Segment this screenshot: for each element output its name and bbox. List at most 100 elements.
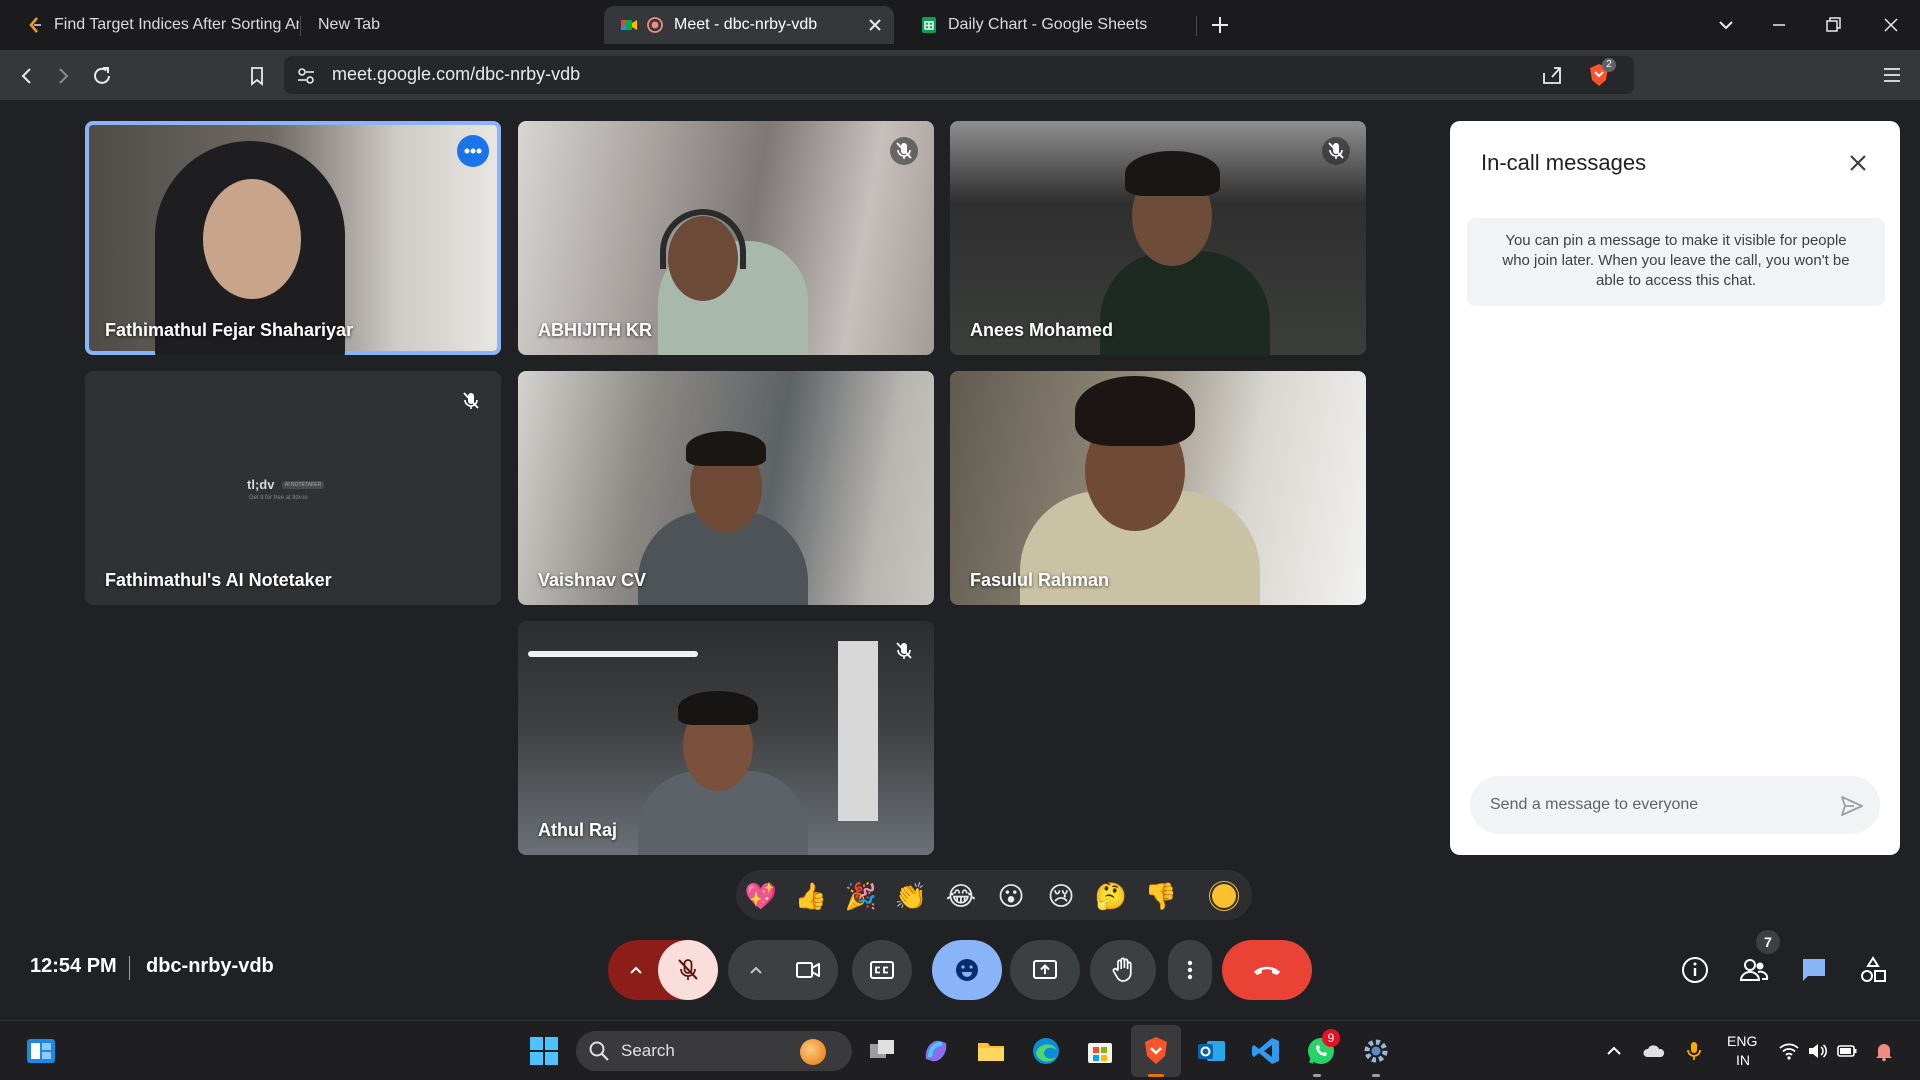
meeting-code: dbc-nrby-vdb xyxy=(146,955,274,977)
participant-tile[interactable]: Fasulul Rahman xyxy=(950,371,1366,605)
divider xyxy=(129,956,130,980)
in-call-messages-panel: In-call messages You can pin a message t… xyxy=(1450,121,1900,855)
more-options-button[interactable] xyxy=(1168,940,1212,1000)
headset xyxy=(660,209,746,269)
recording-indicator-icon xyxy=(647,17,663,33)
send-icon[interactable] xyxy=(1838,792,1866,820)
raise-hand-icon xyxy=(1112,957,1132,982)
new-tab-plus-icon[interactable] xyxy=(1208,13,1232,37)
people-icon[interactable] xyxy=(1738,954,1770,986)
tab-new-tab[interactable]: New Tab xyxy=(302,6,592,44)
activities-shapes-icon[interactable] xyxy=(1857,954,1889,986)
participant-tile[interactable]: Anees Mohamed xyxy=(950,121,1366,355)
site-settings-icon[interactable] xyxy=(295,65,317,87)
participant-tile[interactable]: Vaishnav CV xyxy=(518,371,934,605)
extension-badge: 2 xyxy=(1602,58,1616,72)
reaction-sad[interactable]: 😢 xyxy=(1044,879,1078,913)
reaction-heart[interactable]: 💖 xyxy=(744,879,778,913)
show-hidden-icons-chevron-icon[interactable] xyxy=(1603,1040,1625,1062)
widgets-icon[interactable] xyxy=(25,1035,57,1067)
minimize-icon[interactable] xyxy=(1766,12,1792,38)
settings-gear-icon[interactable] xyxy=(1360,1035,1392,1067)
participant-tile[interactable]: tl;dv AI NOTETAKER Get it for free at tl… xyxy=(85,371,501,605)
mic-off-icon xyxy=(463,392,479,409)
language-indicator-line1[interactable]: ENG xyxy=(1727,1033,1757,1049)
more-options-button[interactable] xyxy=(457,135,489,167)
notification-bell-icon[interactable] xyxy=(1873,1040,1895,1062)
reaction-clap[interactable]: 👏 xyxy=(894,879,928,913)
closed-captions-icon xyxy=(870,961,894,979)
bookmark-icon[interactable] xyxy=(244,63,270,89)
reactions-button[interactable] xyxy=(932,940,1002,1000)
tab-title: Daily Chart - Google Sheets xyxy=(948,16,1148,33)
participant-name: Athul Raj xyxy=(538,820,617,840)
leetcode-favicon-icon xyxy=(29,17,41,33)
onedrive-cloud-icon[interactable] xyxy=(1643,1040,1665,1062)
raise-hand-button[interactable] xyxy=(1090,940,1156,1000)
reaction-thumbs-up[interactable]: 👍 xyxy=(794,879,828,913)
tab-title: Find Target Indices After Sorting Ar xyxy=(54,16,299,33)
language-indicator-line2[interactable]: IN xyxy=(1736,1052,1750,1068)
close-tab-icon[interactable] xyxy=(866,16,884,34)
participant-tile[interactable]: ABHIJITH KR xyxy=(518,121,934,355)
file-explorer-icon[interactable] xyxy=(975,1035,1007,1067)
tab-meet[interactable]: Meet - dbc-nrby-vdb xyxy=(604,6,894,44)
reaction-party[interactable]: 🎉 xyxy=(844,879,878,913)
present-screen-button[interactable] xyxy=(1010,940,1080,1000)
chevron-up-icon xyxy=(750,966,762,974)
captions-button[interactable] xyxy=(852,940,912,1000)
restore-icon[interactable] xyxy=(1820,12,1846,38)
close-window-icon[interactable] xyxy=(1878,12,1904,38)
whatsapp-notification-badge: 9 xyxy=(1322,1029,1340,1047)
tab-find-target-indices[interactable]: Find Target Indices After Sorting Ar xyxy=(10,6,300,44)
camera-toggle-button[interactable] xyxy=(778,940,838,1000)
windows-start-icon[interactable] xyxy=(528,1035,560,1067)
participant-hair xyxy=(686,431,766,466)
menu-hamburger-icon[interactable] xyxy=(1880,63,1904,87)
running-app-indicator xyxy=(1313,1074,1321,1077)
volume-icon[interactable] xyxy=(1806,1040,1828,1062)
task-view-icon[interactable] xyxy=(866,1035,898,1067)
message-input[interactable] xyxy=(1490,793,1820,817)
microphone-in-use-icon[interactable] xyxy=(1683,1040,1705,1062)
url-text[interactable]: meet.google.com/dbc-nrby-vdb xyxy=(332,64,580,85)
participant-hair xyxy=(1125,151,1220,196)
participant-tile[interactable]: Fathimathul Fejar Shahariyar xyxy=(85,121,501,355)
notetaker-brand: tl;dv xyxy=(247,477,275,492)
notetaker-subtext: Get it for free at tldv.io xyxy=(249,495,308,501)
forward-arrow-icon[interactable] xyxy=(50,63,76,89)
microsoft-store-icon[interactable] xyxy=(1084,1035,1116,1067)
participant-name: Vaishnav CV xyxy=(538,570,647,590)
participant-avatar xyxy=(1100,251,1270,355)
reaction-laugh[interactable]: 😂 xyxy=(944,879,978,913)
edge-browser-icon[interactable] xyxy=(1030,1035,1062,1067)
reload-icon[interactable] xyxy=(89,63,115,89)
emoji-smile-icon xyxy=(956,959,978,981)
leave-call-button[interactable] xyxy=(1222,940,1312,1000)
mic-off-icon xyxy=(678,959,698,980)
search-icon xyxy=(589,1041,609,1061)
share-icon[interactable] xyxy=(1540,63,1564,87)
wifi-icon[interactable] xyxy=(1778,1040,1800,1062)
microphone-toggle-button[interactable] xyxy=(658,940,718,1000)
meeting-details-info-icon[interactable] xyxy=(1679,954,1711,986)
tab-daily-chart[interactable]: Daily Chart - Google Sheets xyxy=(904,6,1194,44)
tab-search-chevron-icon[interactable] xyxy=(1713,12,1739,38)
battery-icon[interactable] xyxy=(1836,1040,1858,1062)
running-app-indicator xyxy=(1372,1074,1380,1077)
copilot-icon[interactable] xyxy=(920,1035,952,1067)
participant-tile[interactable]: Athul Raj xyxy=(518,621,934,855)
mic-off-icon xyxy=(1328,142,1344,159)
vscode-icon[interactable] xyxy=(1250,1035,1282,1067)
reaction-thumbs-down[interactable]: 👎 xyxy=(1144,879,1178,913)
skin-tone-picker[interactable] xyxy=(1210,882,1238,910)
reaction-surprised[interactable]: 😮 xyxy=(994,879,1028,913)
tab-title: New Tab xyxy=(318,16,380,33)
outlook-icon[interactable] xyxy=(1195,1035,1227,1067)
reactions-bar: 💖 👍 🎉 👏 😂 😮 😢 🤔 👎 xyxy=(736,870,1252,920)
brave-browser-icon[interactable] xyxy=(1140,1035,1172,1067)
chat-icon[interactable] xyxy=(1798,954,1830,986)
reaction-thinking[interactable]: 🤔 xyxy=(1094,879,1128,913)
close-icon[interactable] xyxy=(1846,151,1870,175)
back-arrow-icon[interactable] xyxy=(14,63,40,89)
